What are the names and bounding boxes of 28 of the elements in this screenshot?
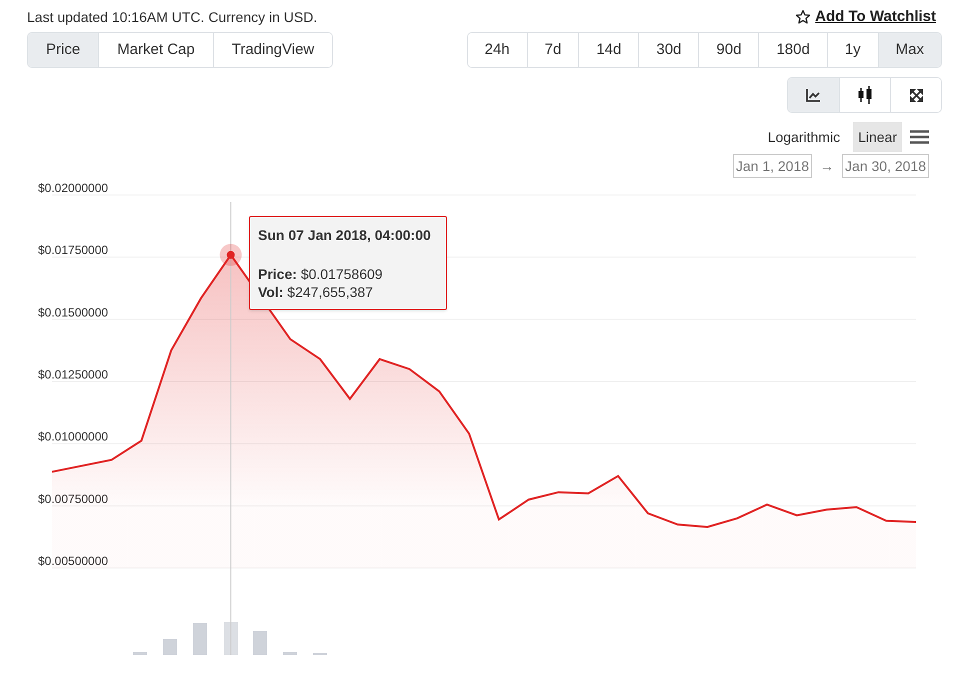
star-icon xyxy=(795,9,812,25)
y-axis-label: $0.01250000 xyxy=(38,368,108,382)
tooltip-volume: Vol: $247,655,387 xyxy=(258,283,374,301)
scale-button[interactable]: Logarithmic xyxy=(762,122,846,152)
tooltip-price: Price: $0.01758609 xyxy=(258,265,384,283)
candlestick-icon xyxy=(857,86,873,104)
end-date-field[interactable]: Jan 30, 2018 xyxy=(842,154,929,178)
chart-tab[interactable]: TradingView xyxy=(212,33,332,67)
arrow-text: → xyxy=(820,156,834,176)
y-axis-label: $0.01750000 xyxy=(38,243,108,258)
hover-point xyxy=(220,244,242,266)
chart-tab[interactable]: Price xyxy=(28,33,98,67)
y-axis-label: $0.00750000 xyxy=(38,492,108,506)
tooltip-title: Sun 07 Jan 2018, 04:00:00 xyxy=(258,226,432,245)
chart-view-button[interactable] xyxy=(890,78,941,112)
last-updated-text: Last updated 10:16AM UTC. Currency in USD. xyxy=(27,8,318,27)
start-date-field[interactable]: Jan 1, 2018 xyxy=(732,154,812,178)
fullscreen-icon xyxy=(910,88,922,102)
menu-icon[interactable] xyxy=(910,130,929,144)
y-axis-label: $0.00500000 xyxy=(38,554,108,568)
add-to-watchlist-link[interactable]: Add To Watchlist xyxy=(795,6,936,28)
y-axis-label: $0.02000000 xyxy=(38,181,108,195)
y-axis-label: $0.01000000 xyxy=(38,430,108,444)
y-axis-label: $0.01500000 xyxy=(38,305,108,320)
chart-view-button[interactable] xyxy=(788,78,839,112)
range-button[interactable]: Max xyxy=(878,33,941,67)
scale-button[interactable]: Linear xyxy=(853,122,902,152)
line-chart-icon xyxy=(806,88,821,102)
